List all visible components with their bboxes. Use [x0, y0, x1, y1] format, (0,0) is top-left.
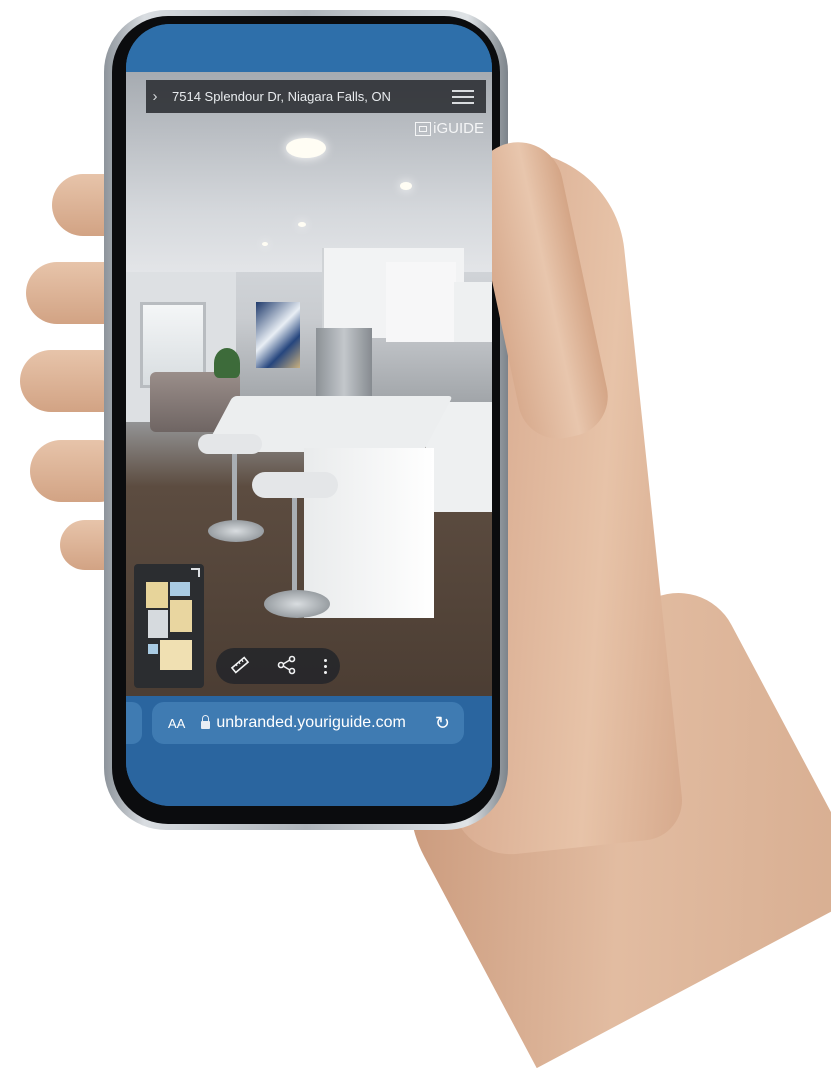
- floor-plan-room: [160, 640, 192, 670]
- bar-stool: [198, 434, 262, 454]
- brand-name: iGUIDE: [433, 120, 484, 137]
- floor-plan-room: [170, 582, 190, 596]
- lock-icon: [201, 715, 211, 729]
- floor-plan-thumbnail[interactable]: [134, 564, 204, 688]
- expand-corner-icon[interactable]: [191, 568, 200, 577]
- reload-icon[interactable]: ↻: [435, 713, 450, 734]
- floor-plan-room: [170, 600, 192, 632]
- open-shelves: [454, 282, 492, 342]
- tour-address: 7514 Splendour Dr, Niagara Falls, ON: [172, 89, 391, 104]
- iguide-logo-icon: [415, 121, 432, 136]
- brand-logo: iGUIDE: [415, 120, 484, 137]
- chevron-right-icon[interactable]: ›: [146, 88, 164, 105]
- tour-tools: [216, 648, 340, 684]
- more-vertical-icon[interactable]: [323, 658, 327, 674]
- ceiling-light: [400, 182, 412, 190]
- bar-stool: [252, 472, 338, 498]
- wall-art: [256, 302, 300, 368]
- floor-plan-room: [148, 610, 168, 638]
- text-size-button[interactable]: AA: [168, 716, 185, 731]
- url-field[interactable]: AA unbranded.youriguide.com ↻: [152, 702, 464, 744]
- previous-tab[interactable]: [126, 702, 142, 744]
- stool-pole: [232, 452, 237, 524]
- ceiling-light: [286, 138, 326, 158]
- ruler-icon[interactable]: [230, 655, 250, 678]
- hamburger-menu-icon[interactable]: [452, 89, 474, 104]
- stool-pole: [292, 496, 297, 594]
- tour-address-bar: › 7514 Splendour Dr, Niagara Falls, ON: [146, 80, 486, 113]
- floor-plan-room: [148, 644, 158, 654]
- plant: [214, 348, 240, 378]
- url-text: unbranded.youriguide.com: [216, 714, 406, 731]
- status-bar: [126, 24, 492, 72]
- upper-cabinets-right: [386, 262, 456, 342]
- phone-screen: › 7514 Splendour Dr, Niagara Falls, ON i…: [126, 24, 492, 806]
- ceiling-light: [298, 222, 306, 227]
- floor-plan-room: [146, 582, 168, 608]
- ceiling-light: [262, 242, 268, 246]
- stool-base: [208, 520, 264, 542]
- share-icon[interactable]: [277, 655, 297, 678]
- stool-base: [264, 590, 330, 618]
